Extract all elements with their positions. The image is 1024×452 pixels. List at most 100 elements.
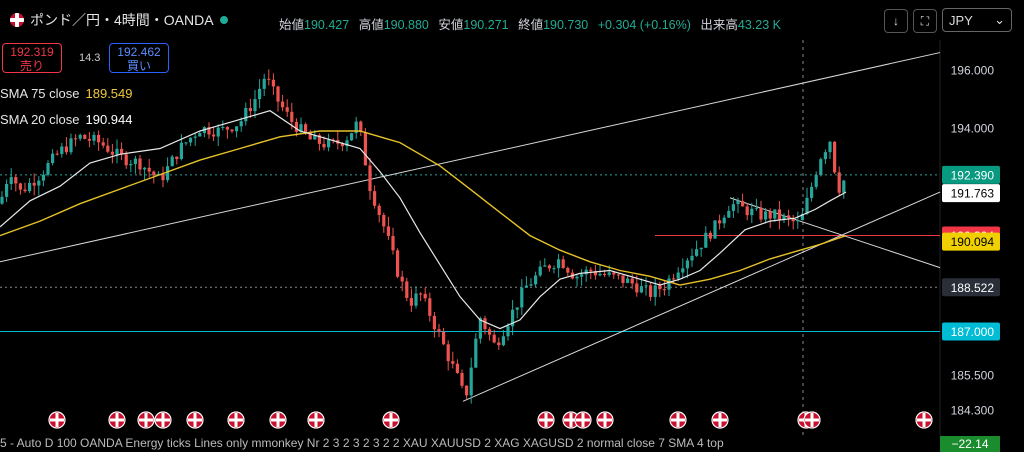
candle-body <box>520 287 524 308</box>
event-flag-icon[interactable] <box>269 411 287 429</box>
price-tick-196.000: 196.000 <box>951 64 995 78</box>
candle-body <box>580 274 584 277</box>
candle-body <box>391 235 395 251</box>
event-flag-bar-v <box>276 413 280 427</box>
event-flag-icon[interactable] <box>186 411 204 429</box>
sma75-legend[interactable]: SMA 75 close 189.549 <box>0 86 133 101</box>
candle-body <box>294 121 298 132</box>
buy-button[interactable]: 192.462 買い <box>109 43 169 73</box>
candle-body <box>699 247 703 250</box>
candle-body <box>828 141 832 153</box>
event-flag-icon[interactable] <box>915 411 933 429</box>
event-flag-icon[interactable] <box>307 411 325 429</box>
candle-body <box>796 220 800 222</box>
event-flag-icon[interactable] <box>227 411 245 429</box>
fullscreen-icon: ⛶ <box>920 13 930 28</box>
price-label-text: 192.390 <box>951 168 995 182</box>
candle-body <box>823 152 827 160</box>
candle-body <box>658 285 662 290</box>
sma75-label: SMA 75 close <box>0 86 80 101</box>
candle-body <box>382 215 386 227</box>
candle-body <box>51 153 55 164</box>
event-flag-bar-v <box>161 413 165 427</box>
event-flag-icon[interactable] <box>803 411 821 429</box>
candle-body <box>64 146 68 153</box>
candle-body <box>584 269 588 275</box>
buy-price: 192.462 <box>117 45 161 59</box>
open-key: 始値 <box>279 18 305 32</box>
candle-body <box>497 342 501 346</box>
event-flag-icon[interactable] <box>137 411 155 429</box>
price-axis[interactable]: 192.390191.763190.304190.094188.522187.0… <box>942 64 1000 418</box>
candle-body <box>837 172 841 193</box>
sell-button[interactable]: 192.319 売り <box>2 43 62 73</box>
candle-body <box>414 293 418 306</box>
candle-body <box>455 363 459 374</box>
candle-body <box>557 259 561 269</box>
candle-body <box>55 153 59 155</box>
low-key: 安値 <box>438 18 464 32</box>
candle-body <box>97 134 101 143</box>
candle-body <box>575 276 579 279</box>
currency-select[interactable]: JPY ⌄ <box>942 8 1012 32</box>
event-flag-icon[interactable] <box>574 411 592 429</box>
market-open-icon <box>219 16 228 24</box>
sma20-legend[interactable]: SMA 20 close 190.944 <box>0 112 133 127</box>
price-label-7: 184.300 <box>951 404 995 418</box>
symbol-title[interactable]: ポンド／円・4時間・OANDA <box>10 10 228 30</box>
candle-body <box>676 272 680 279</box>
candle-body <box>428 298 432 316</box>
candle-body <box>129 164 133 166</box>
candle-body <box>143 167 147 170</box>
candle-body <box>690 255 694 261</box>
event-flag-icon[interactable] <box>537 411 555 429</box>
event-flag-icon[interactable] <box>154 411 172 429</box>
candle-body <box>87 138 91 141</box>
candle-body <box>432 315 436 330</box>
bottom-indicator-text: 5 - Auto D 100 OANDA Energy ticks Lines … <box>0 436 724 450</box>
event-flag-icon[interactable] <box>382 411 400 429</box>
event-flag-icon[interactable] <box>108 411 126 429</box>
candle-body <box>718 220 722 224</box>
close-value: 190.730 <box>543 18 589 32</box>
candle-body <box>281 101 285 108</box>
candle-body <box>465 385 469 396</box>
candle-body <box>460 373 464 386</box>
candle-body <box>529 284 533 286</box>
candle-body <box>842 180 846 193</box>
candle-body <box>731 204 735 211</box>
candle-body <box>175 156 179 160</box>
candle-body <box>363 131 367 166</box>
event-flag-bar-v <box>922 413 926 427</box>
candle-body <box>230 129 234 132</box>
event-flag-icon[interactable] <box>669 411 687 429</box>
candle-body <box>290 111 294 122</box>
sma75-line <box>0 130 847 286</box>
candle-body <box>722 217 726 224</box>
scroll-down-button[interactable]: ↓ <box>884 9 908 33</box>
event-icons[interactable] <box>48 411 933 429</box>
candle-body <box>741 200 745 207</box>
event-flag-bar-v <box>569 413 573 427</box>
event-flag-icon[interactable] <box>596 411 614 429</box>
candle-body <box>14 177 18 184</box>
candle-body <box>262 78 266 89</box>
candle-body <box>515 307 519 310</box>
candle-body <box>819 159 823 176</box>
candle-body <box>285 107 289 112</box>
candle-body <box>170 156 174 167</box>
candle-body <box>0 196 4 204</box>
high-key: 高値 <box>358 18 384 32</box>
event-flag-bar-v <box>144 413 148 427</box>
candle-body <box>400 276 404 282</box>
event-flag-icon[interactable] <box>711 411 729 429</box>
volume-value: 43.23 K <box>737 18 781 32</box>
candle-body <box>750 208 754 216</box>
candle-body <box>373 191 377 206</box>
event-flag-icon[interactable] <box>48 411 66 429</box>
candle-body <box>607 272 611 275</box>
candle-body <box>396 250 400 277</box>
event-flag-bar-v <box>55 413 59 427</box>
fullscreen-button[interactable]: ⛶ <box>913 9 937 33</box>
event-flag-bar-v <box>544 413 548 427</box>
